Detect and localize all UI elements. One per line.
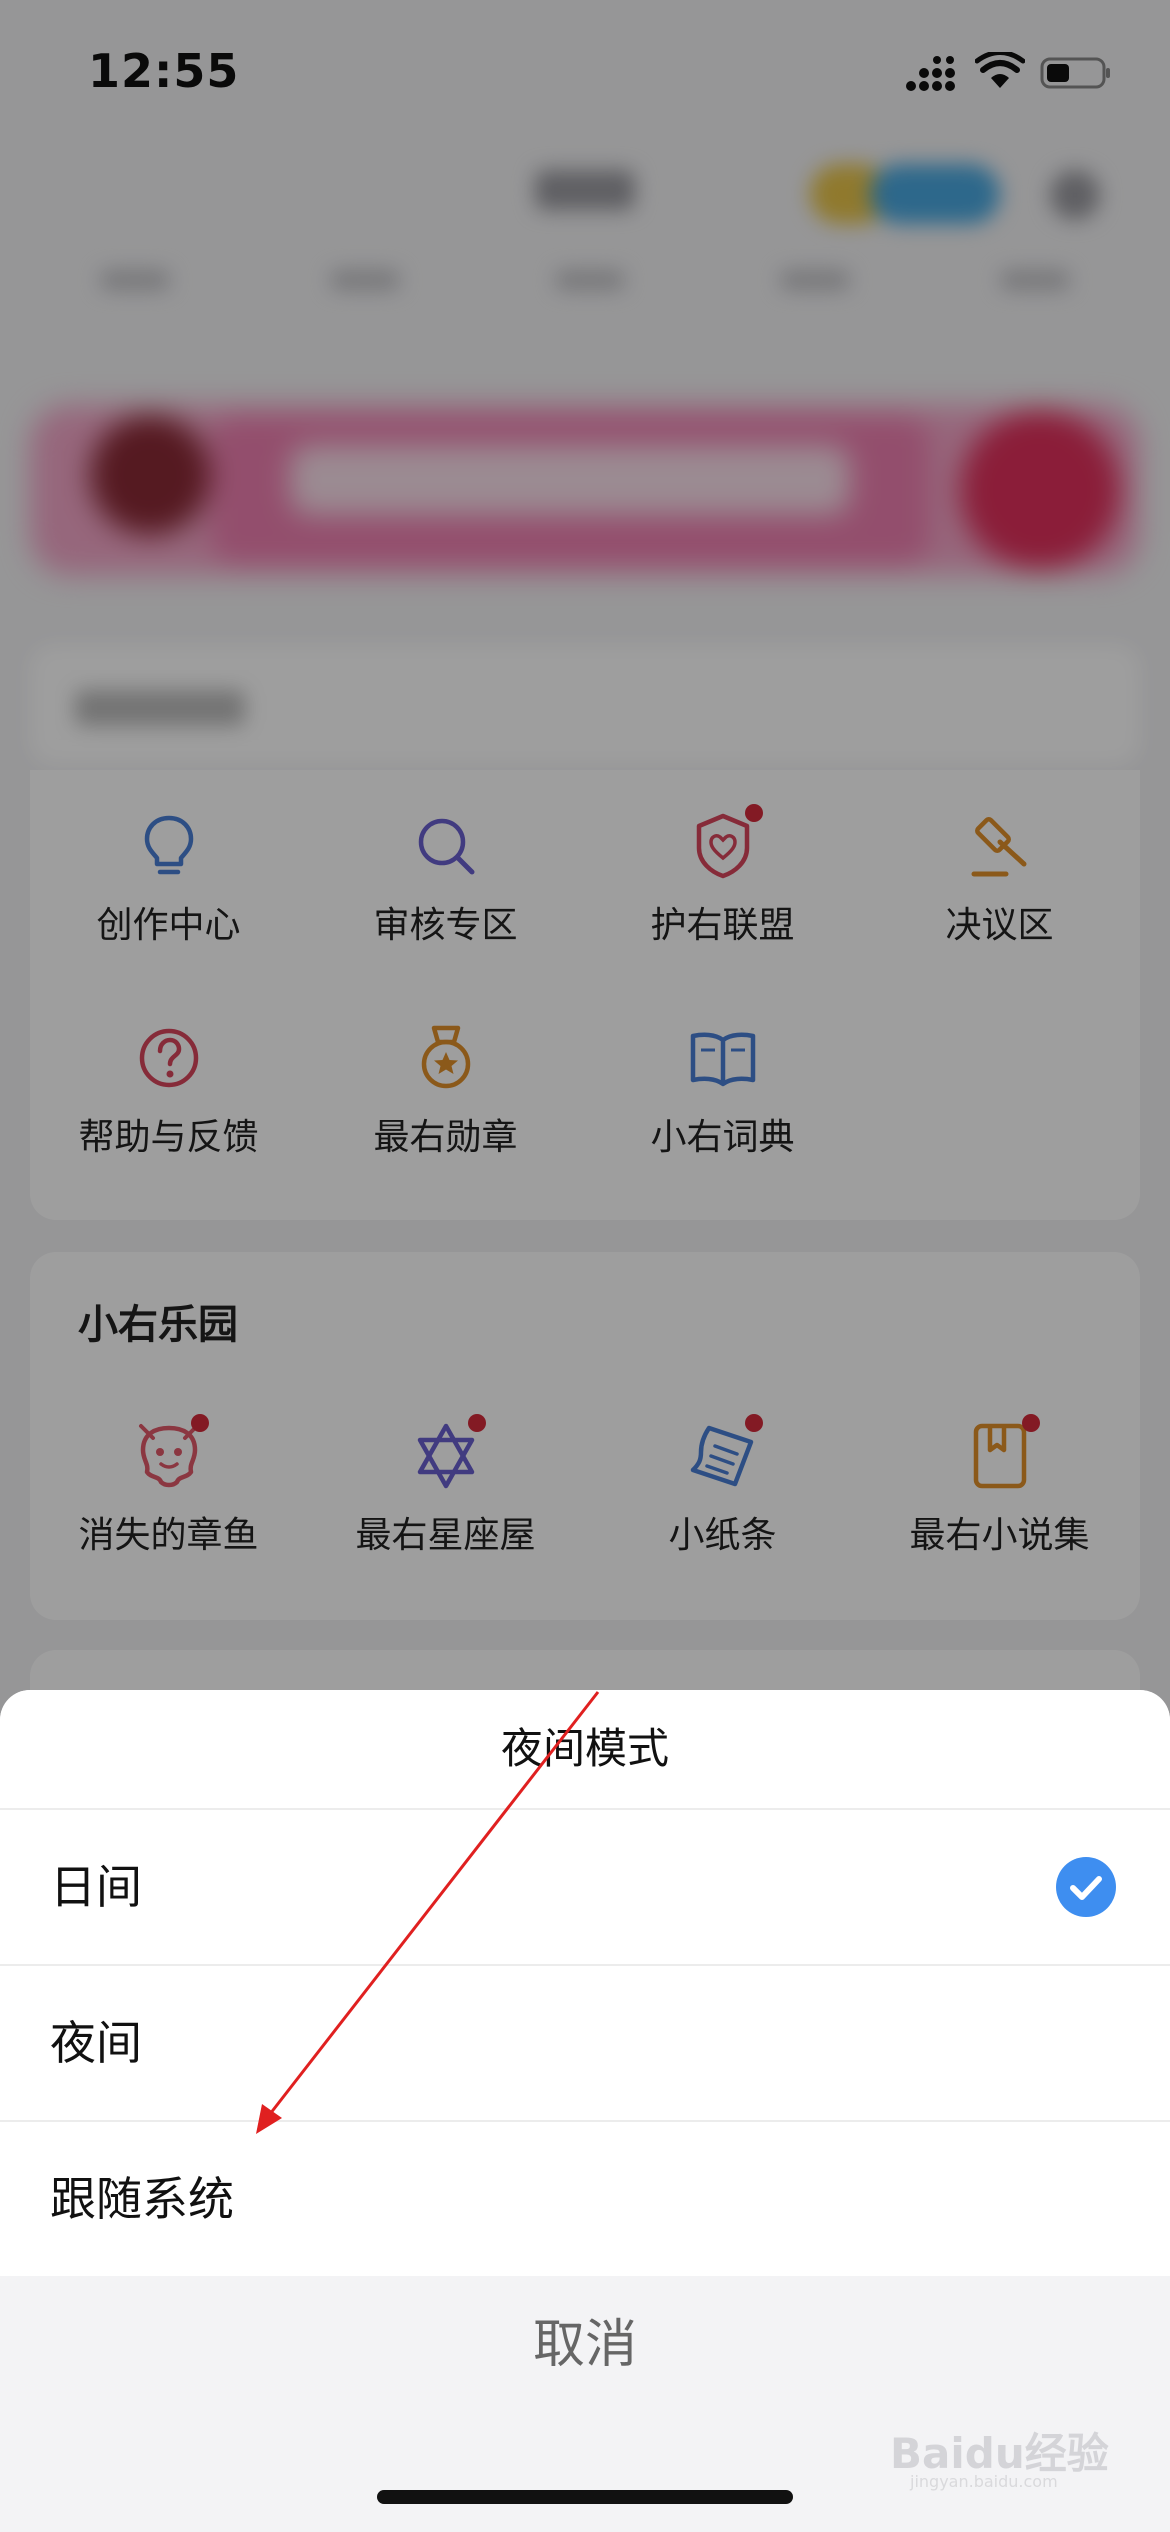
option-follow-system[interactable]: 跟随系统 bbox=[0, 2122, 1170, 2276]
cancel-button[interactable]: 取消 bbox=[0, 2290, 1170, 2400]
option-day[interactable]: 日间 bbox=[0, 1810, 1170, 1966]
watermark-url: jingyan.baidu.com bbox=[910, 2472, 1058, 2491]
night-mode-sheet: 夜间模式 日间 夜间 跟随系统 取消 bbox=[0, 1690, 1170, 2532]
option-night[interactable]: 夜间 bbox=[0, 1966, 1170, 2122]
baidu-watermark: Baidu经验 jingyan.baidu.com bbox=[890, 2410, 1120, 2491]
sheet-title: 夜间模式 bbox=[0, 1690, 1170, 1810]
option-label: 跟随系统 bbox=[50, 2172, 234, 2226]
checkmark-icon bbox=[1056, 1857, 1116, 1917]
home-indicator bbox=[377, 2490, 793, 2504]
option-label: 日间 bbox=[50, 1860, 142, 1914]
option-label: 夜间 bbox=[50, 2016, 142, 2070]
